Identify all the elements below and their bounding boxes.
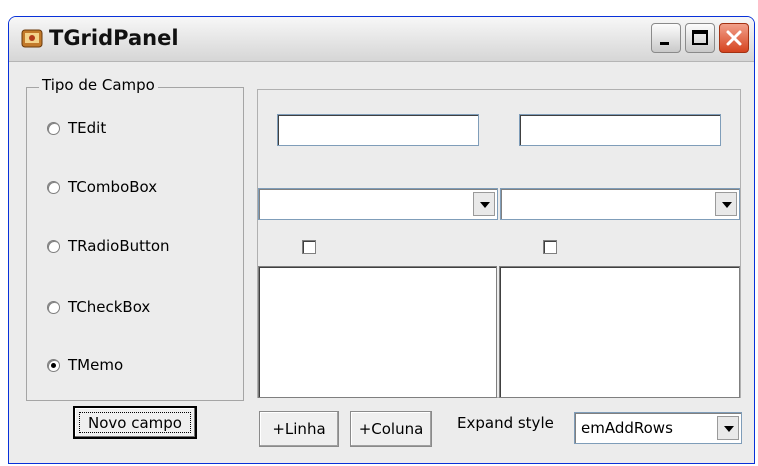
- grid-combobox-1[interactable]: [258, 188, 498, 220]
- grid-checkbox-1[interactable]: [302, 240, 316, 254]
- radio-label: TComboBox: [68, 178, 158, 196]
- radio-button-icon: [47, 239, 60, 253]
- radio-label: TEdit: [68, 119, 107, 137]
- grid-memo-1[interactable]: [258, 266, 497, 398]
- minimize-button[interactable]: [651, 23, 681, 53]
- radio-label: TMemo: [68, 356, 124, 374]
- app-icon: [21, 29, 43, 48]
- radio-button-icon: [47, 121, 60, 135]
- title-bar[interactable]: TGridPanel: [9, 17, 754, 62]
- grid-edit-1[interactable]: [277, 114, 479, 146]
- new-field-button[interactable]: Novo campo: [73, 406, 197, 439]
- maximize-button[interactable]: [685, 23, 715, 53]
- maximize-icon: [692, 30, 708, 45]
- radio-label: TCheckBox: [68, 298, 151, 316]
- add-row-button[interactable]: +Linha: [259, 411, 339, 447]
- window-title: TGridPanel: [49, 26, 179, 50]
- radio-tmemo[interactable]: TMemo: [47, 354, 123, 376]
- expand-style-select[interactable]: emAddRows: [574, 412, 742, 444]
- chevron-down-icon[interactable]: [717, 416, 739, 440]
- minimize-icon: [660, 42, 669, 45]
- grid-memo-2[interactable]: [499, 266, 740, 398]
- field-type-group-label: Tipo de Campo: [39, 76, 158, 94]
- expand-style-value: emAddRows: [581, 419, 673, 437]
- add-column-button[interactable]: +Coluna: [350, 411, 432, 447]
- radio-selected-icon: [47, 358, 60, 372]
- radio-tedit[interactable]: TEdit: [47, 117, 106, 139]
- radio-tcheckbox[interactable]: TCheckBox: [47, 296, 150, 318]
- grid-combobox-2[interactable]: [500, 188, 740, 220]
- new-field-button-label: Novo campo: [88, 414, 182, 432]
- chevron-down-icon[interactable]: [715, 192, 737, 216]
- expand-style-label: Expand style: [457, 414, 554, 432]
- grid-checkbox-2[interactable]: [543, 240, 557, 254]
- grid-edit-2[interactable]: [519, 114, 721, 146]
- radio-label: TRadioButton: [68, 237, 170, 255]
- window-content: Tipo de Campo TEdit TComboBox TRadioButt…: [9, 62, 754, 463]
- radio-button-icon: [47, 180, 60, 194]
- close-button[interactable]: [719, 23, 749, 53]
- radio-tcombobox[interactable]: TComboBox: [47, 176, 157, 198]
- chevron-down-icon[interactable]: [473, 192, 495, 216]
- radio-tradiobutton[interactable]: TRadioButton: [47, 235, 170, 257]
- app-window: TGridPanel Tipo de Campo TEdit TComboBox…: [8, 16, 755, 464]
- close-icon: [726, 30, 742, 46]
- radio-button-icon: [47, 300, 60, 314]
- field-type-groupbox: Tipo de Campo TEdit TComboBox TRadioButt…: [26, 76, 244, 401]
